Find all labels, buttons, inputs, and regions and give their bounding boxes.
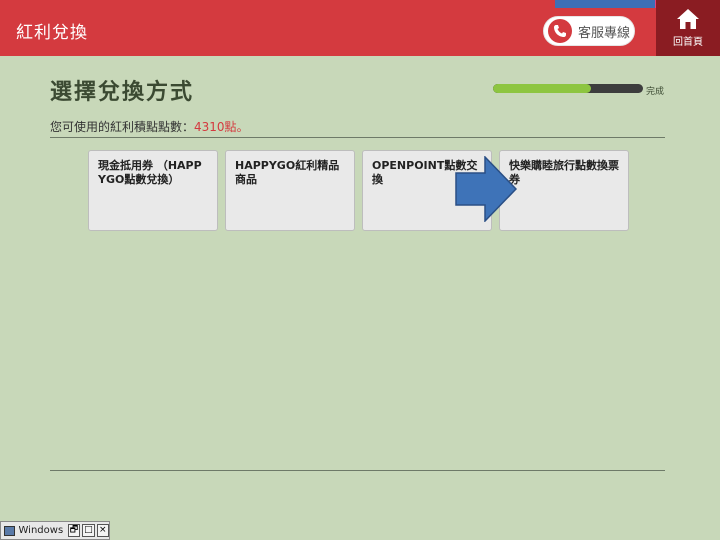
divider-bottom [50,470,665,471]
home-label: 回首頁 [673,37,703,48]
progress-label: 完成 [646,87,665,97]
option-travel-tickets[interactable]: 快樂購睦旅行點數換票券 [499,150,629,231]
points-suffix: 。 [236,120,249,134]
window-icon [4,525,15,536]
pointer-arrow-icon [455,156,517,222]
points-prefix: 您可使用的紅利積點點數： [50,120,195,134]
close-button[interactable]: × [96,524,110,537]
points-value: 4310點 [194,120,237,134]
option-happygo-gifts[interactable]: HAPPYGO紅利精品商品 [225,150,355,231]
page-title: 選擇兌換方式 [50,80,195,105]
taskbar-window-button[interactable]: Windows ... 🗗 □ × [0,521,110,540]
customer-service-label: 客服專線 [578,25,631,41]
points-info: 您可使用的紅利積點點數：4310點。 [50,118,249,135]
restore-button[interactable]: 🗗 [67,524,81,537]
maximize-button[interactable]: □ [82,524,95,537]
customer-service-button[interactable]: 客服專線 [543,16,635,46]
header-bar: 紅利兌換 客服專線 回首頁 [0,0,720,56]
home-button[interactable]: 回首頁 [656,0,720,56]
page: 紅利兌換 客服專線 回首頁 選擇兌換方式 完成 您可使用的紅利積點點數：4310… [0,0,720,540]
phone-icon [548,19,572,43]
home-icon [677,9,699,29]
progress-bar [493,84,643,93]
progress-fill [493,84,591,93]
option-cash-voucher[interactable]: 現金抵用券 （HAPPYGO點數兌換） [88,150,218,231]
window-edge-strip [555,0,655,8]
divider [50,137,665,138]
taskbar-label: Windows ... [18,525,66,536]
app-title: 紅利兌換 [16,23,88,43]
